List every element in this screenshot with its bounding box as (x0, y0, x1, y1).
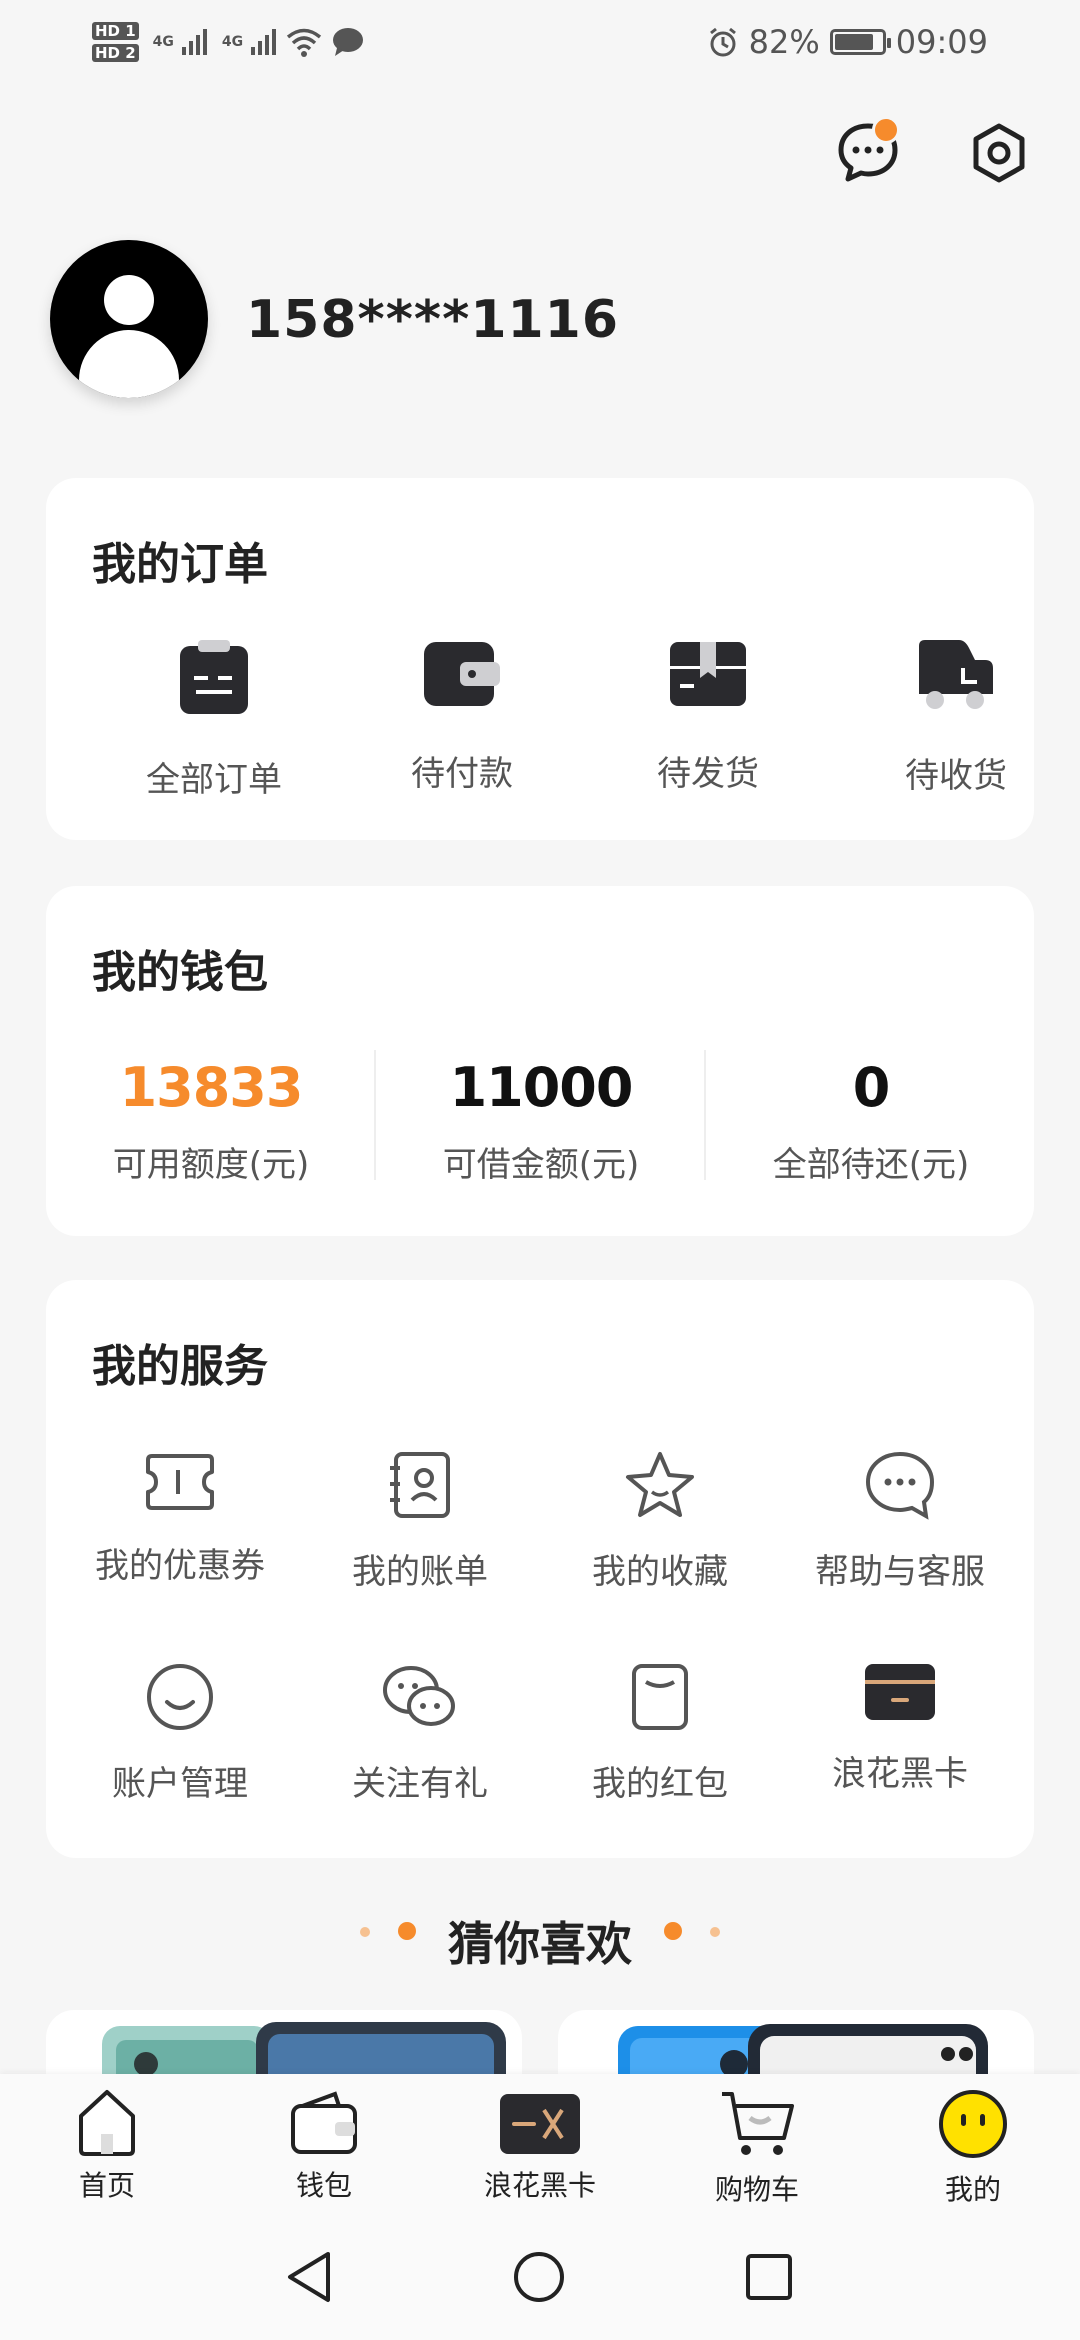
orders-title: 我的订单 (92, 539, 268, 590)
network-label-1: 4G (152, 34, 174, 50)
signal-icon (181, 29, 207, 55)
hd2-badge: HD 2 (92, 44, 139, 62)
hd-badges: HD 1 HD 2 (92, 22, 139, 62)
user-silhouette-icon (79, 275, 179, 398)
service-coupons[interactable]: 我的优惠券 (60, 1450, 300, 1587)
available-credit-label: 可用额度(元) (112, 1145, 310, 1185)
service-account-label: 账户管理 (112, 1764, 248, 1804)
alarm-icon (709, 27, 736, 57)
tab-home-label: 首页 (78, 2169, 135, 2202)
order-pending-payment[interactable]: 待付款 (362, 638, 562, 795)
network-label-2: 4G (221, 34, 244, 50)
clipboard-icon (180, 640, 248, 714)
service-favorites-label: 我的收藏 (592, 1552, 728, 1592)
service-red-envelope-label: 我的红包 (592, 1764, 728, 1804)
repayment-value: 0 (852, 1056, 891, 1119)
package-icon (670, 642, 746, 706)
system-nav-bar (0, 2214, 1080, 2340)
order-pending-shipment-label: 待发货 (657, 754, 759, 794)
chat-notification-icon (333, 28, 364, 56)
red-envelope-icon (632, 1664, 688, 1730)
wechat-icon (383, 1666, 455, 1726)
service-black-card[interactable]: 浪花黑卡 (780, 1662, 1020, 1795)
service-red-envelope[interactable]: 我的红包 (540, 1662, 780, 1805)
order-all-label: 全部订单 (146, 760, 282, 800)
tab-cart-label: 购物车 (714, 2173, 799, 2206)
black-card-icon (500, 2094, 580, 2154)
wallet-card: 我的钱包 13833 可用额度(元) 11000 可借金额(元) 0 全部待还(… (46, 886, 1034, 1236)
home-circle-icon[interactable] (512, 2250, 566, 2304)
available-credit-value: 13833 (119, 1056, 304, 1119)
order-pending-receipt-label: 待收货 (905, 756, 1007, 796)
status-left: HD 1 HD 2 4G 4G (92, 14, 365, 70)
tab-wallet[interactable]: 钱包 (239, 2088, 409, 2204)
signal-icon (251, 29, 277, 55)
order-pending-payment-label: 待付款 (411, 754, 513, 794)
status-bar: HD 1 HD 2 4G 4G 82% 09:09 (0, 0, 1080, 84)
wifi-icon (287, 28, 322, 57)
recents-square-icon[interactable] (744, 2252, 794, 2302)
service-follow-label: 关注有礼 (352, 1764, 488, 1804)
wallet-borrowable[interactable]: 11000 可借金额(元) (376, 1056, 706, 1186)
user-phone[interactable]: 158****1116 (246, 290, 619, 350)
order-pending-shipment[interactable]: 待发货 (608, 638, 808, 795)
service-black-card-label: 浪花黑卡 (832, 1754, 968, 1794)
decor-dot (710, 1927, 720, 1937)
wallet-repayment[interactable]: 0 全部待还(元) (706, 1056, 1036, 1186)
services-title: 我的服务 (92, 1341, 268, 1392)
clock: 09:09 (895, 23, 988, 61)
bottom-tab-bar: 首页 钱包 浪花黑卡 购物车 我的 (0, 2074, 1080, 2214)
service-favorites[interactable]: 我的收藏 (540, 1450, 780, 1593)
wallet-title: 我的钱包 (92, 947, 268, 998)
service-help[interactable]: 帮助与客服 (780, 1450, 1020, 1593)
star-icon (626, 1452, 694, 1517)
decor-dot (664, 1922, 682, 1940)
tab-black-card[interactable]: 浪花黑卡 (455, 2088, 625, 2204)
order-pending-receipt[interactable]: 待收货 (856, 638, 1056, 797)
cart-icon (722, 2092, 794, 2155)
service-account[interactable]: 账户管理 (60, 1662, 300, 1805)
wallet-icon (424, 642, 500, 706)
battery-percent: 82% (748, 23, 820, 61)
face-icon (939, 2090, 1007, 2158)
settings-icon[interactable] (968, 122, 1030, 184)
coupon-icon (146, 1454, 214, 1510)
tab-cart[interactable]: 购物车 (672, 2088, 842, 2208)
hd1-badge: HD 1 (92, 22, 139, 40)
orders-card: 我的订单 全部订单 待付款 待发货 待收货 (46, 478, 1034, 840)
tab-mine[interactable]: 我的 (888, 2088, 1058, 2208)
battery-icon (829, 29, 891, 55)
wallet-icon (291, 2091, 357, 2154)
tab-wallet-label: 钱包 (295, 2169, 352, 2202)
truck-icon (919, 640, 993, 709)
service-bills-label: 我的账单 (352, 1552, 488, 1592)
tab-mine-label: 我的 (944, 2173, 1001, 2206)
home-icon (79, 2090, 135, 2156)
borrowable-label: 可借金额(元) (442, 1145, 640, 1185)
order-all[interactable]: 全部订单 (114, 638, 314, 801)
wallet-available-credit[interactable]: 13833 可用额度(元) (46, 1056, 376, 1186)
service-bills[interactable]: 我的账单 (300, 1450, 540, 1593)
bill-icon (390, 1452, 450, 1518)
smile-icon (147, 1664, 213, 1730)
service-coupons-label: 我的优惠券 (95, 1546, 265, 1586)
tab-black-card-label: 浪花黑卡 (483, 2169, 596, 2202)
back-icon[interactable] (284, 2250, 334, 2304)
black-card-icon (865, 1664, 935, 1720)
tab-home[interactable]: 首页 (22, 2088, 192, 2204)
service-help-label: 帮助与客服 (815, 1552, 985, 1592)
unread-dot (872, 116, 900, 144)
recommend-title: 猜你喜欢 (448, 1917, 632, 1971)
service-follow[interactable]: 关注有礼 (300, 1662, 540, 1805)
chat-icon (865, 1451, 935, 1520)
avatar[interactable] (50, 240, 208, 398)
borrowable-value: 11000 (449, 1056, 634, 1119)
status-right: 82% 09:09 (707, 18, 988, 66)
repayment-label: 全部待还(元) (772, 1145, 970, 1185)
